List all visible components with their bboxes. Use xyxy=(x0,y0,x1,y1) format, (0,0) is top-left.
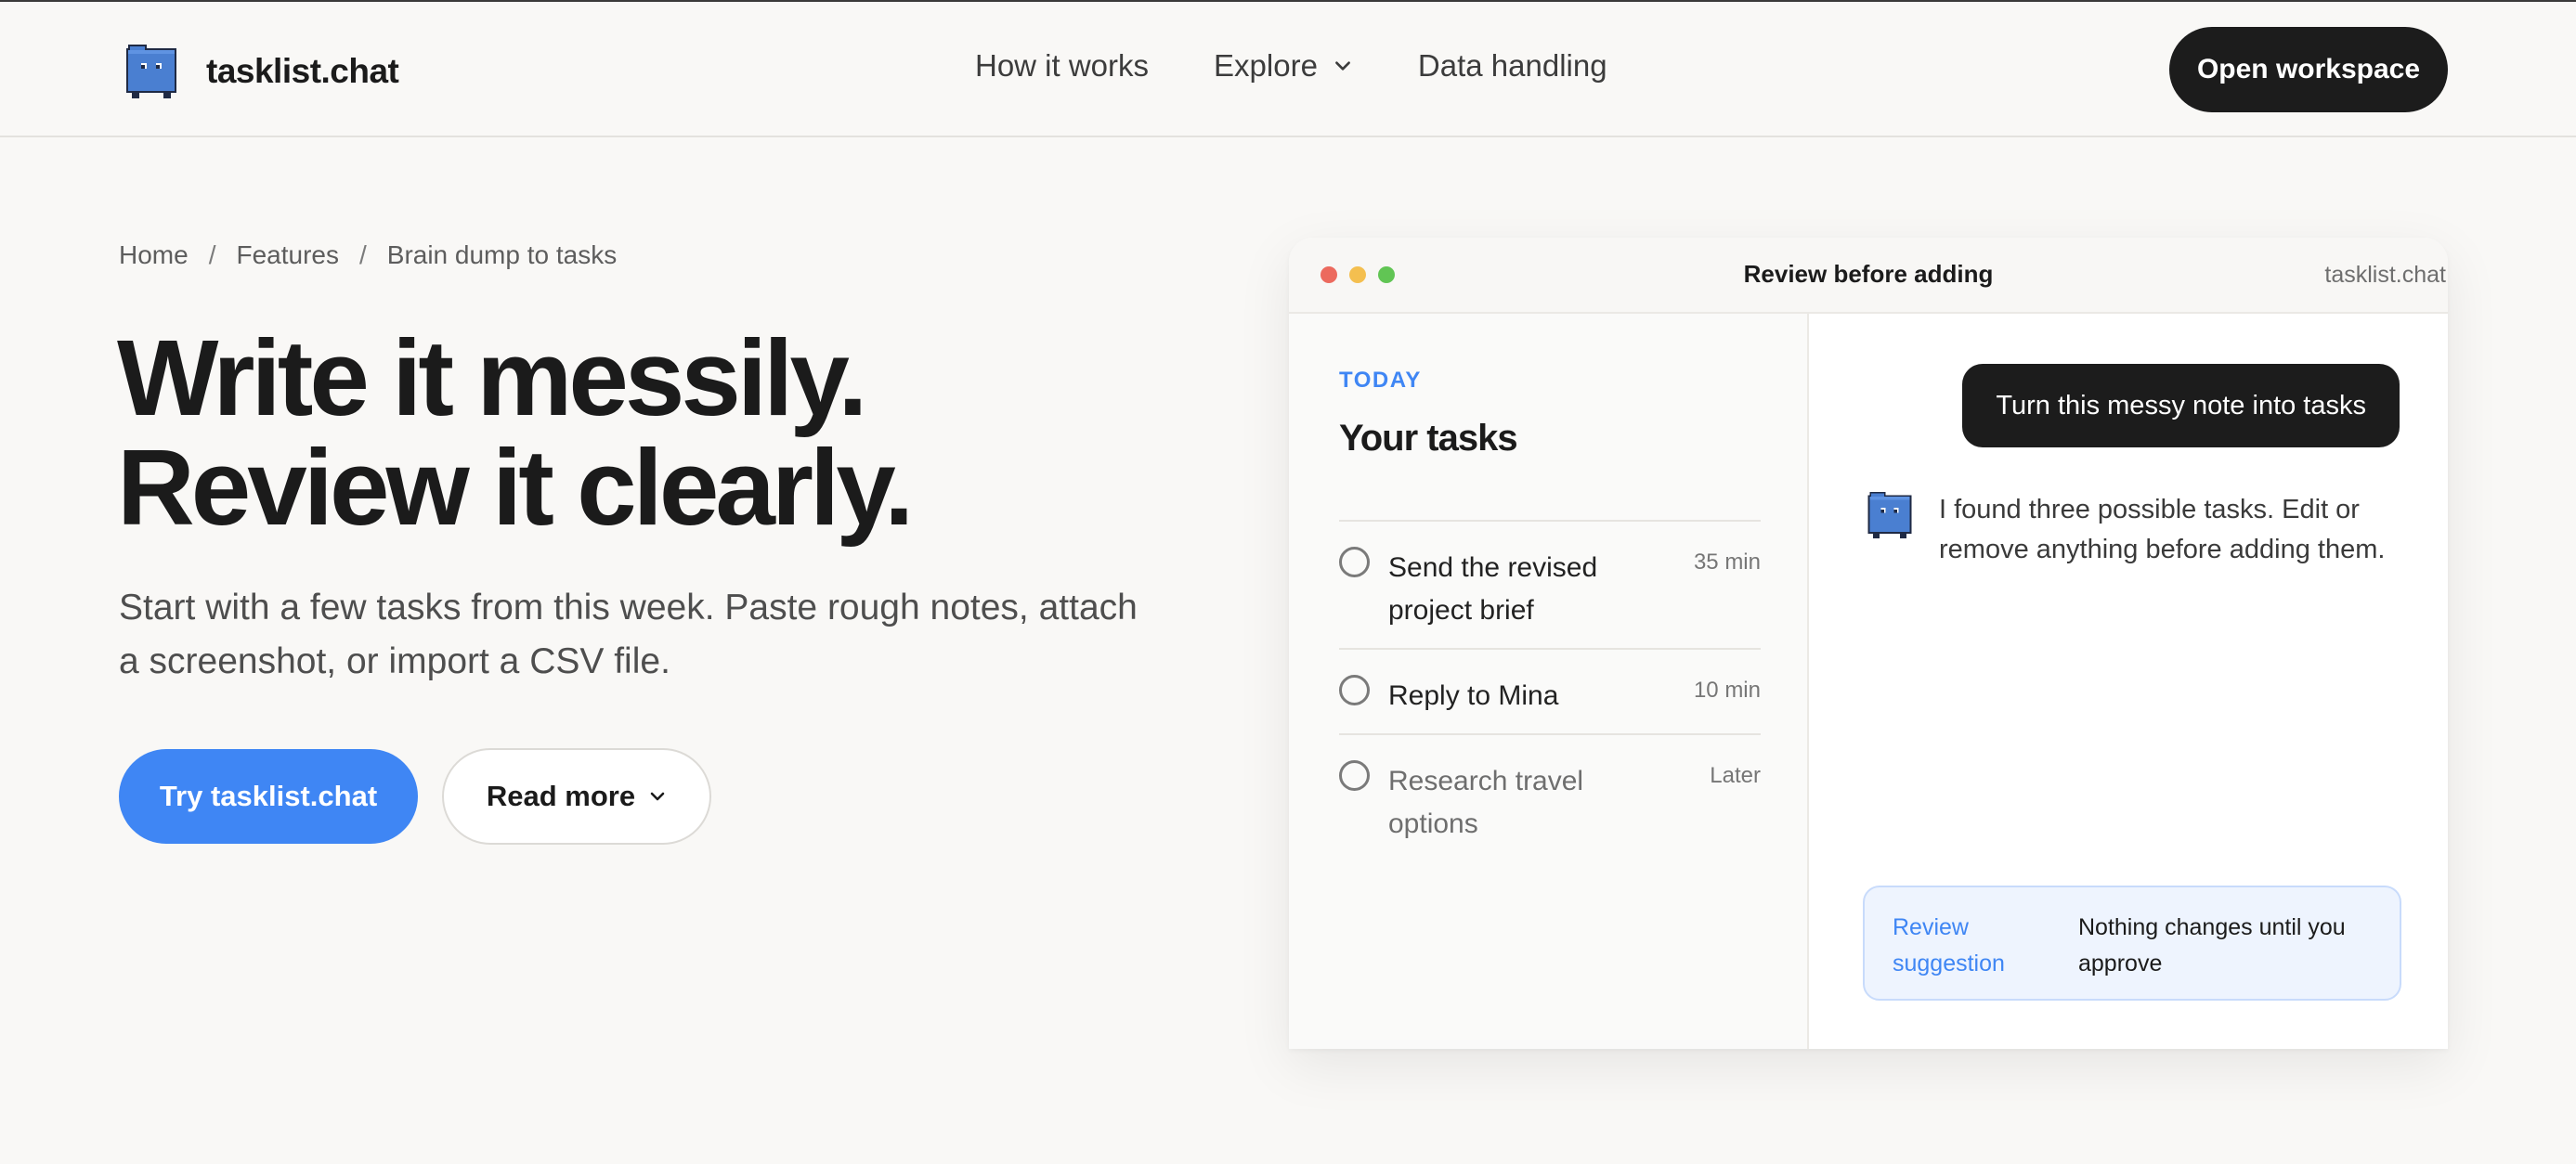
window-domain: tasklist.chat xyxy=(2324,262,2446,288)
breadcrumb-separator: / xyxy=(208,240,216,269)
review-note: Nothing changes until you approve xyxy=(2078,914,2346,976)
nav-label: How it works xyxy=(975,48,1150,83)
assistant-message: I found three possible tasks. Edit or re… xyxy=(1939,495,2386,564)
chat-pane: Turn this messy note into tasks I found … xyxy=(1811,314,2448,1049)
breadcrumb-features[interactable]: Features xyxy=(236,240,339,270)
try-tasklist-button[interactable]: Try tasklist.chat xyxy=(119,749,418,844)
review-suggestion-link[interactable]: Review suggestion xyxy=(1893,910,2060,982)
user-message: Turn this messy note into tasks xyxy=(1962,364,2400,447)
tasks-pane: TODAY Your tasks Send the revised projec… xyxy=(1289,314,1809,1049)
section-label: TODAY xyxy=(1339,368,1422,393)
nav-data-handling[interactable]: Data handling xyxy=(1418,48,1607,84)
task-label: Reply to Mina xyxy=(1388,680,1559,711)
task-time: Later xyxy=(1710,763,1761,788)
site-header: tasklist.chat How it works Explore Data … xyxy=(0,2,2576,137)
headline-line-2: Review it clearly. xyxy=(117,427,914,548)
folder-face-icon xyxy=(126,45,176,98)
breadcrumb: Home / Features / Brain dump to tasks xyxy=(119,240,617,270)
task-item[interactable]: Research travel options Later xyxy=(1339,733,1761,839)
circle-checkbox-icon[interactable] xyxy=(1339,547,1370,577)
task-item[interactable]: Reply to Mina 10 min xyxy=(1339,648,1761,733)
open-workspace-button[interactable]: Open workspace xyxy=(2169,27,2448,112)
breadcrumb-home[interactable]: Home xyxy=(119,240,189,270)
task-time: 35 min xyxy=(1693,550,1761,575)
nav-label: Data handling xyxy=(1417,48,1607,83)
hero-headline: Write it messily. Review it clearly. xyxy=(117,323,1231,542)
task-item[interactable]: Send the revised project brief 35 min xyxy=(1339,520,1761,648)
circle-checkbox-icon[interactable] xyxy=(1339,760,1370,791)
nav-how-it-works[interactable]: How it works xyxy=(975,48,1149,84)
window-titlebar: Review before adding tasklist.chat xyxy=(1289,238,2448,314)
headline-line-1: Write it messily. xyxy=(117,317,867,438)
read-more-label: Read more xyxy=(486,780,636,812)
main-nav: How it works Explore Data handling xyxy=(975,48,1607,84)
hero-subtext: Start with a few tasks from this week. P… xyxy=(119,588,1138,681)
chevron-down-icon xyxy=(650,792,665,801)
brand[interactable]: tasklist.chat xyxy=(124,43,399,100)
task-label: Send the revised project brief xyxy=(1388,552,1598,626)
circle-checkbox-icon[interactable] xyxy=(1339,675,1370,705)
breadcrumb-separator: / xyxy=(358,240,367,269)
task-label: Research travel options xyxy=(1388,766,1584,839)
review-notice: Review suggestion Nothing changes until … xyxy=(1863,886,2401,1001)
task-time: 10 min xyxy=(1693,678,1761,703)
nav-explore[interactable]: Explore xyxy=(1214,48,1353,84)
brand-name: tasklist.chat xyxy=(206,52,399,90)
folder-face-icon xyxy=(1867,492,1912,538)
tasks-title: Your tasks xyxy=(1339,418,1518,459)
read-more-button[interactable]: Read more xyxy=(442,748,711,845)
preview-window: Review before adding tasklist.chat TODAY… xyxy=(1289,238,2448,1049)
nav-label: Explore xyxy=(1214,48,1318,83)
chevron-down-icon xyxy=(1335,61,1350,71)
breadcrumb-current: Brain dump to tasks xyxy=(386,240,618,269)
